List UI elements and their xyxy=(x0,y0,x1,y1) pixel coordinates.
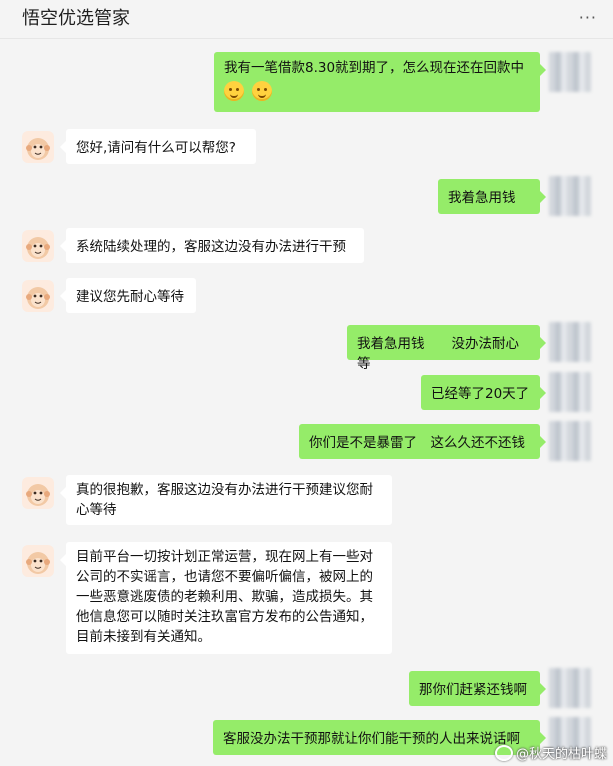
smile-emoji-icon xyxy=(224,81,244,101)
emoji-row xyxy=(224,81,530,101)
incoming-message: 目前平台一切按计划正常运营，现在网上有一些对公司的不实谣言，也请您不要偏听偏信，… xyxy=(60,542,392,654)
outgoing-message: 我着急用钱 xyxy=(438,179,546,214)
message-text: 我着急用钱 没办法耐心等 xyxy=(357,336,519,372)
outgoing-message: 客服没办法干预那就让你们能干预的人出来说话啊 xyxy=(213,720,546,755)
smile-emoji-icon xyxy=(252,81,272,101)
message-text: 我着急用钱 xyxy=(448,190,516,206)
user-avatar[interactable] xyxy=(549,372,591,412)
outgoing-message: 我有一笔借款8.30就到期了，怎么现在还在回款中 xyxy=(214,52,546,112)
incoming-message: 真的很抱歉，客服这边没有办法进行干预建议您耐心等待 xyxy=(60,475,392,525)
message-text: 真的很抱歉，客服这边没有办法进行干预建议您耐心等待 xyxy=(76,482,373,518)
user-avatar[interactable] xyxy=(549,176,591,216)
user-avatar[interactable] xyxy=(549,668,591,708)
message-text: 那你们赶紧还钱啊 xyxy=(419,682,527,698)
weibo-icon xyxy=(494,744,513,761)
message-text: 系统陆续处理的，客服这边没有办法进行干预 xyxy=(76,239,346,255)
watermark: @秋天的枯叶蝶 xyxy=(494,743,607,762)
message-text: 建议您先耐心等待 xyxy=(76,289,184,305)
chat-header: 悟空优选管家 ··· xyxy=(0,0,613,39)
service-avatar[interactable] xyxy=(22,230,54,262)
outgoing-message: 我着急用钱 没办法耐心等 xyxy=(347,325,546,372)
message-text: 客服没办法干预那就让你们能干预的人出来说话啊 xyxy=(223,731,520,747)
message-text: 你们是不是暴雷了 这么久还不还钱 xyxy=(309,435,525,451)
outgoing-message: 你们是不是暴雷了 这么久还不还钱 xyxy=(299,424,546,459)
message-text: 您好,请问有什么可以帮您? xyxy=(76,140,236,156)
outgoing-message: 已经等了20天了 xyxy=(421,375,546,410)
message-text: 目前平台一切按计划正常运营，现在网上有一些对公司的不实谣言，也请您不要偏听偏信，… xyxy=(76,549,373,645)
service-avatar[interactable] xyxy=(22,280,54,312)
user-avatar[interactable] xyxy=(549,322,591,362)
service-avatar[interactable] xyxy=(22,545,54,577)
message-text: 我有一笔借款8.30就到期了，怎么现在还在回款中 xyxy=(224,60,525,76)
service-avatar[interactable] xyxy=(22,477,54,509)
watermark-text: @秋天的枯叶蝶 xyxy=(515,747,607,762)
more-dots-icon[interactable]: ··· xyxy=(579,8,597,27)
incoming-message: 您好,请问有什么可以帮您? xyxy=(60,129,256,164)
outgoing-message: 那你们赶紧还钱啊 xyxy=(409,671,546,706)
user-avatar[interactable] xyxy=(549,421,591,461)
user-avatar[interactable] xyxy=(549,52,591,92)
incoming-message: 系统陆续处理的，客服这边没有办法进行干预 xyxy=(60,228,364,263)
chat-title: 悟空优选管家 xyxy=(22,8,130,29)
incoming-message: 建议您先耐心等待 xyxy=(60,278,196,313)
message-text: 已经等了20天了 xyxy=(431,386,530,402)
service-avatar[interactable] xyxy=(22,131,54,163)
